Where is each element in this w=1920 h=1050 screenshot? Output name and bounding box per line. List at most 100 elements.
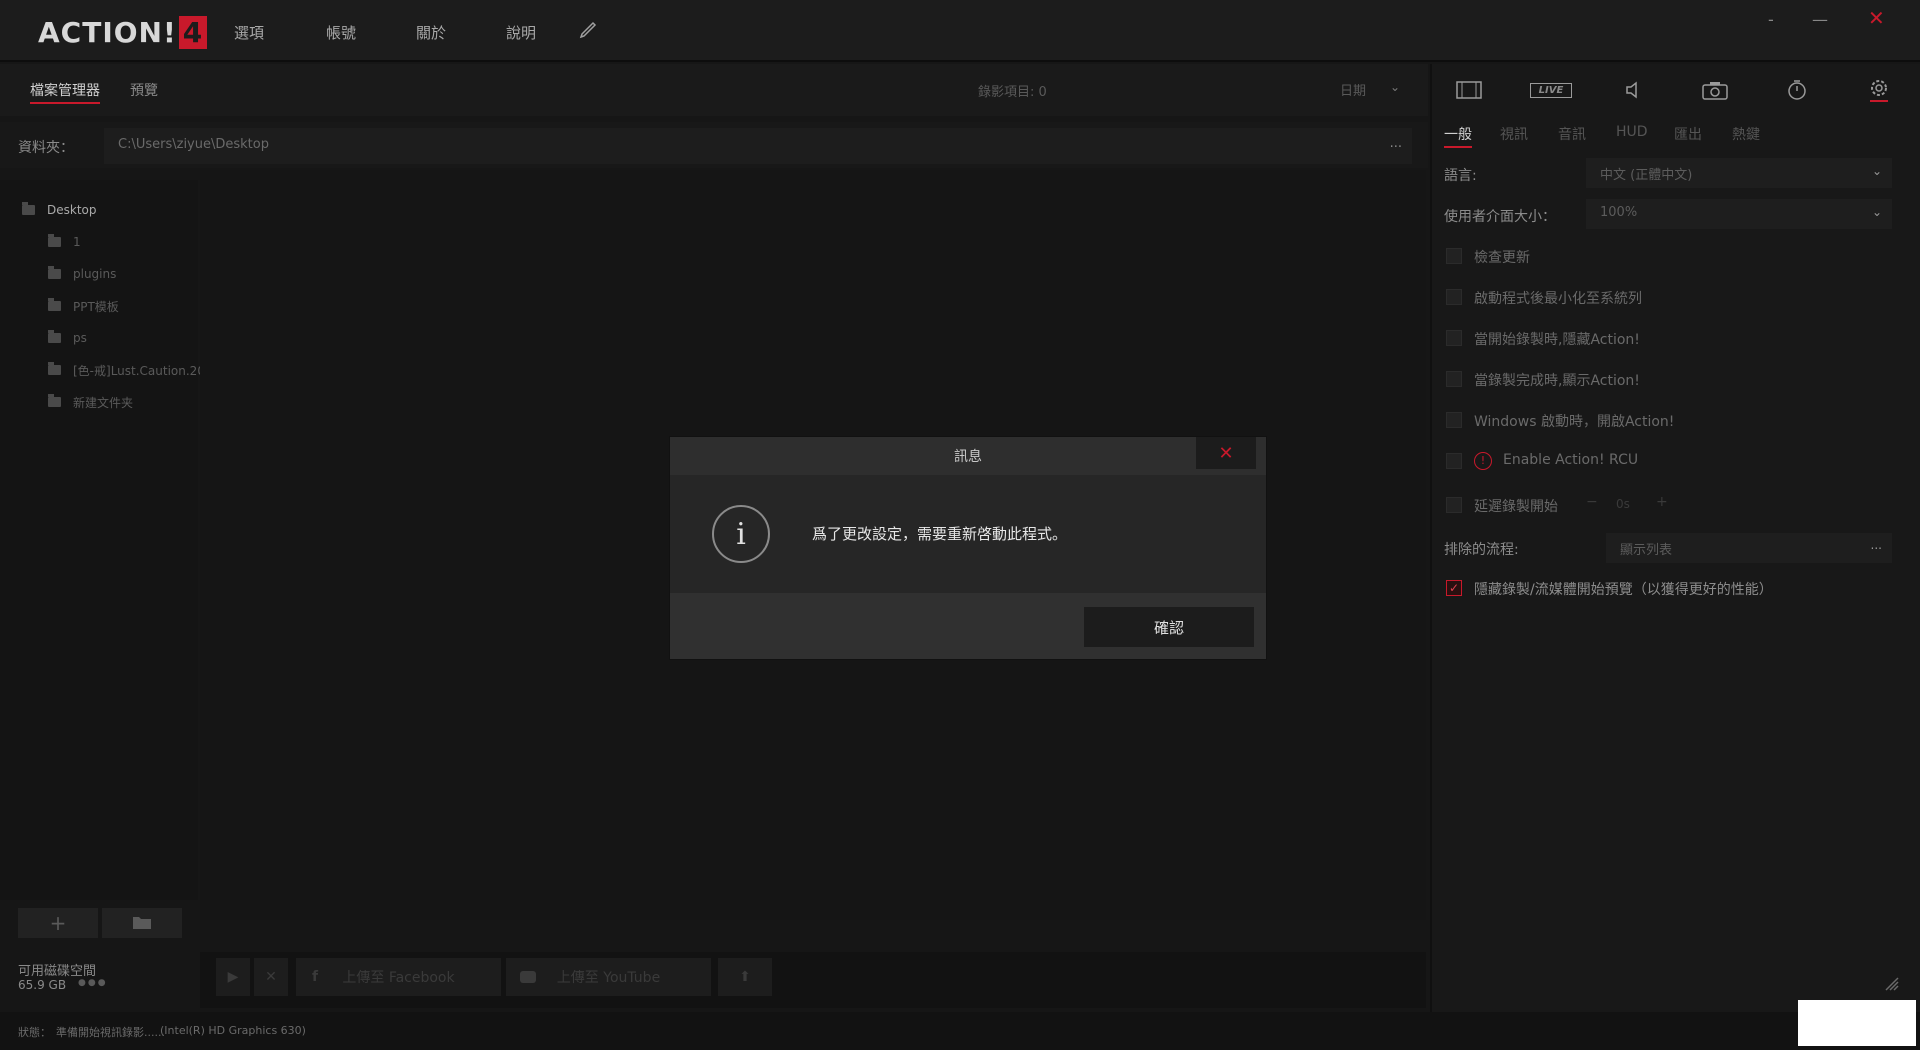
delay-record-checkbox[interactable] (1446, 497, 1462, 513)
subtab-hud[interactable]: HUD (1616, 124, 1648, 140)
folder-icon (48, 362, 61, 375)
ok-button[interactable]: 確認 (1084, 607, 1254, 647)
upload-button[interactable]: ⬆ (718, 958, 772, 996)
minimize-button[interactable]: - (1768, 10, 1774, 29)
enable-rcu-checkbox[interactable] (1446, 453, 1462, 469)
enable-rcu-label: Enable Action! RCU (1503, 452, 1639, 468)
check-updates-checkbox[interactable] (1446, 248, 1462, 264)
disk-space-value: 65.9 GB (18, 978, 67, 992)
folder-icon (48, 394, 61, 407)
subtab-video[interactable]: 視訊 (1500, 124, 1528, 144)
chevron-down-icon: ⌄ (1871, 164, 1882, 178)
tab-file-manager[interactable]: 檔案管理器 (30, 80, 100, 104)
warning-icon: ! (1474, 452, 1492, 470)
tree-item[interactable]: ps (48, 324, 87, 352)
delete-button[interactable]: ✕ (254, 958, 288, 996)
delay-value[interactable]: 0s (1616, 497, 1630, 511)
show-on-finish-label: 當錄製完成時,顯示Action! (1474, 373, 1640, 389)
play-button[interactable]: ▶ (216, 958, 250, 996)
white-corner-panel (1798, 1000, 1916, 1046)
tree-item[interactable]: 新建文件夹 (48, 388, 133, 416)
start-with-windows-checkbox[interactable] (1446, 412, 1462, 428)
tree-item[interactable]: plugins (48, 260, 116, 288)
tree-item[interactable]: Desktop (22, 196, 97, 224)
delay-plus-button[interactable]: + (1656, 494, 1668, 510)
check-updates-label: 檢查更新 (1474, 250, 1530, 266)
title-bar: ACTION! 4 選項 帳號 關於 說明 - — ✕ (0, 0, 1920, 62)
record-count: 錄影項目: 0 (978, 85, 1047, 100)
folder-path-field[interactable]: C:\Users\ziyue\Desktop ... (104, 128, 1412, 164)
close-button[interactable]: ✕ (1868, 6, 1885, 30)
subtab-general[interactable]: 一般 (1444, 124, 1472, 148)
subtab-export[interactable]: 匯出 (1674, 124, 1702, 144)
menu-help[interactable]: 說明 (506, 22, 536, 43)
menu-account[interactable]: 帳號 (326, 22, 356, 43)
status-bar: 狀態： 準備開始視訊錄影...... (Intel(R) HD Graphics… (0, 1012, 1920, 1050)
play-icon: ▶ (227, 969, 239, 985)
info-icon: i (712, 505, 770, 563)
ui-size-dropdown[interactable]: 100% ⌄ (1586, 199, 1892, 229)
tree-item[interactable]: 1 (48, 228, 81, 256)
app-logo: ACTION! 4 (38, 16, 208, 49)
dialog-title: 訊息 (670, 437, 1266, 475)
camera-icon[interactable] (1680, 70, 1750, 110)
status-label: 狀態： (18, 1026, 51, 1039)
status-text: 準備開始視訊錄影...... (56, 1026, 165, 1039)
disk-space-label: 可用磁碟空間 (18, 964, 97, 979)
folder-icon (48, 330, 61, 343)
facebook-icon: f (312, 969, 319, 985)
upload-facebook-button[interactable]: f 上傳至 Facebook (296, 958, 501, 996)
language-label: 語言: (1444, 168, 1477, 184)
message-dialog: 訊息 ✕ i 爲了更改設定，需要重新啓動此程式。 確認 (670, 437, 1266, 659)
folder-tree: Desktop 1 plugins PPT模板 ps [色-戒]Lust.Cau… (0, 180, 220, 900)
dialog-close-button[interactable]: ✕ (1196, 437, 1256, 469)
add-folder-button[interactable]: + (18, 908, 98, 938)
folder-open-icon (132, 911, 152, 935)
gpu-info: (Intel(R) HD Graphics 630) (160, 1024, 306, 1037)
folder-icon (48, 234, 61, 247)
hide-preview-label: 隱藏錄製/流媒體開始預覽（以獲得更好的性能） (1474, 582, 1773, 598)
timer-icon[interactable] (1762, 70, 1832, 110)
subtab-audio[interactable]: 音訊 (1558, 124, 1586, 144)
minimize-tray-checkbox[interactable] (1446, 289, 1462, 305)
menu-options[interactable]: 選項 (234, 22, 264, 43)
delay-record-label: 延遲錄製開始 (1474, 499, 1558, 515)
youtube-icon (520, 971, 536, 983)
film-icon[interactable] (1434, 70, 1504, 110)
pen-icon[interactable] (578, 20, 598, 44)
upload-youtube-button[interactable]: 上傳至 YouTube (506, 958, 711, 996)
hide-on-record-checkbox[interactable] (1446, 330, 1462, 346)
sort-dropdown[interactable]: 日期 (1340, 80, 1366, 99)
folder-label: 資料夾： (18, 140, 74, 156)
browse-folder-button[interactable]: ... (1390, 136, 1402, 151)
hide-preview-checkbox[interactable]: ✓ (1446, 580, 1462, 596)
folder-icon (22, 202, 35, 215)
resize-handle-icon[interactable] (1880, 972, 1900, 996)
dialog-message: 爲了更改設定，需要重新啓動此程式。 (812, 525, 1068, 543)
folder-icon (48, 298, 61, 311)
open-folder-button[interactable] (102, 908, 182, 938)
tree-item[interactable]: [色-戒]Lust.Caution.2007 (48, 356, 220, 384)
upload-icon: ⬆ (739, 969, 751, 985)
chevron-down-icon[interactable]: ⌄ (1390, 80, 1400, 94)
maximize-button[interactable]: — (1812, 10, 1828, 29)
tab-preview[interactable]: 預覽 (130, 80, 158, 100)
close-icon: ✕ (265, 969, 277, 985)
tree-item[interactable]: PPT模板 (48, 292, 119, 320)
exclude-process-field[interactable]: 顯示列表... (1606, 533, 1892, 563)
menu-about[interactable]: 關於 (416, 22, 446, 43)
disk-more-icon[interactable]: ●●● (78, 978, 108, 988)
live-icon[interactable]: LIVE (1516, 70, 1586, 110)
subtab-hotkeys[interactable]: 熱鍵 (1732, 124, 1760, 144)
language-dropdown[interactable]: 中文 (正體中文) ⌄ (1586, 158, 1892, 188)
delay-minus-button[interactable]: − (1586, 494, 1598, 510)
gear-icon[interactable] (1844, 70, 1914, 110)
audio-icon[interactable] (1598, 70, 1668, 110)
hide-on-record-label: 當開始錄製時,隱藏Action! (1474, 332, 1640, 348)
chevron-down-icon: ⌄ (1871, 205, 1882, 219)
minimize-tray-label: 啟動程式後最小化至系統列 (1474, 291, 1642, 307)
show-on-finish-checkbox[interactable] (1446, 371, 1462, 387)
file-manager-header (0, 64, 1428, 116)
ui-size-label: 使用者介面大小： (1444, 209, 1556, 225)
more-icon[interactable]: ... (1871, 538, 1882, 552)
